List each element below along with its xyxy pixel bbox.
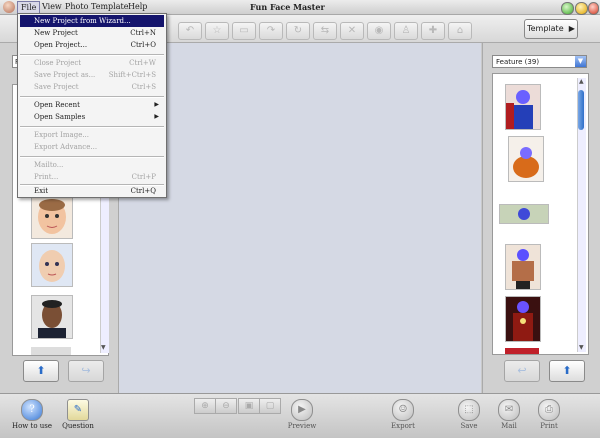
feature-select-value: Feature (39) [496, 58, 540, 66]
mail-icon: ✉ [498, 399, 520, 421]
app-title: Fun Face Master [250, 2, 325, 12]
feature-list[interactable] [492, 73, 589, 355]
scroll-up-icon[interactable]: ▲ [579, 78, 584, 85]
menu-item-save-project[interactable]: Save Project Ctrl+S [20, 81, 164, 93]
question-label: Question [62, 422, 94, 430]
menu-item-open-samples[interactable]: Open Samples ▶ [20, 111, 164, 123]
photo-partial[interactable] [31, 347, 71, 355]
menu-help[interactable]: Help [128, 2, 147, 11]
play-icon: ▶ [291, 399, 313, 421]
template-button[interactable]: Template ▶ [524, 19, 578, 39]
eraser-tool-icon[interactable]: ▭ [232, 22, 256, 40]
menu-item-export-advance[interactable]: Export Advance... [20, 141, 164, 153]
save-label: Save [460, 422, 478, 430]
remove-feature-button[interactable]: ↩ [504, 360, 540, 382]
eye-tool-icon[interactable]: ◉ [367, 22, 391, 40]
remove-photo-icon: ↪ [81, 364, 91, 377]
add-feature-icon: ⬆ [562, 364, 572, 377]
zoom-in-icon[interactable]: ⊕ [194, 398, 216, 414]
file-menu-dropdown: New Project from Wizard... New Project Ct… [17, 13, 167, 198]
home-tool-icon[interactable]: ⌂ [448, 22, 472, 40]
fit-icon[interactable]: ▣ [238, 398, 260, 414]
actual-size-icon[interactable]: ▢ [259, 398, 281, 414]
photo-man[interactable] [31, 295, 73, 339]
zoom-out-icon[interactable]: ⊖ [215, 398, 237, 414]
template-button-label: Template [527, 24, 564, 33]
submenu-arrow-icon: ▶ [154, 113, 159, 120]
export-icon: ☺ [392, 399, 414, 421]
menu-template[interactable]: Template [91, 2, 128, 11]
scroll-down-icon[interactable]: ▼ [101, 344, 106, 351]
menu-item-exit[interactable]: Exit Ctrl+Q [20, 185, 164, 197]
cross-tool-icon[interactable]: ✚ [421, 22, 445, 40]
feature-dollar-bill[interactable] [499, 204, 549, 224]
menu-item-close-project[interactable]: Close Project Ctrl+W [20, 57, 164, 69]
how-to-use-button[interactable]: ? How to use [10, 399, 54, 430]
menu-view[interactable]: View [42, 2, 62, 11]
menu-item-save-project-as[interactable]: Save Project as... Shift+Ctrl+S [20, 69, 164, 81]
feature-iron-man[interactable] [505, 296, 541, 342]
submenu-arrow-icon: ▶ [154, 101, 159, 108]
print-button[interactable]: ⎙ Print [532, 399, 566, 430]
menu-photo[interactable]: Photo [65, 2, 88, 11]
star-tool-icon[interactable]: ☆ [205, 22, 229, 40]
remove-feature-icon: ↩ [517, 364, 527, 377]
preview-label: Preview [287, 422, 317, 430]
menu-separator [20, 54, 164, 56]
save-icon: ⬚ [458, 399, 480, 421]
menu-item-new-project[interactable]: New Project Ctrl+N [20, 27, 164, 39]
add-feature-button[interactable]: ⬆ [549, 360, 585, 382]
add-photo-icon: ⬆ [36, 364, 46, 377]
person-tool-icon[interactable]: ♙ [394, 22, 418, 40]
feature-select[interactable]: Feature (39) ▼ [492, 55, 587, 68]
add-photo-button[interactable]: ⬆ [23, 360, 59, 382]
menu-item-open-recent[interactable]: Open Recent ▶ [20, 99, 164, 111]
minimize-button[interactable] [575, 2, 588, 15]
photo-baby-1[interactable] [31, 195, 73, 239]
help-icon: ? [21, 399, 43, 421]
close-button[interactable] [588, 2, 599, 15]
maximize-button[interactable] [561, 2, 574, 15]
chevron-down-icon[interactable]: ▼ [575, 56, 586, 67]
export-button[interactable]: ☺ Export [386, 399, 420, 430]
preview-button[interactable]: ▶ Preview [284, 399, 320, 430]
menu-item-export-image[interactable]: Export Image... [20, 129, 164, 141]
right-scrollbar[interactable]: ▲ ▼ [577, 78, 586, 352]
print-label: Print [540, 422, 558, 430]
question-icon: ✎ [67, 399, 89, 421]
scroll-down-icon[interactable]: ▼ [579, 344, 584, 351]
editing-canvas[interactable] [119, 43, 481, 393]
feature-superman[interactable] [505, 84, 541, 130]
feature-muscle-man[interactable] [505, 244, 541, 290]
app-logo-icon [3, 1, 15, 13]
mail-label: Mail [501, 422, 517, 430]
remove-photo-button[interactable]: ↪ [68, 360, 104, 382]
menu-item-mailto[interactable]: Mailto... [20, 159, 164, 171]
how-to-use-label: How to use [11, 422, 53, 430]
menu-separator [20, 96, 164, 98]
menu-item-open-project[interactable]: Open Project... Ctrl+O [20, 39, 164, 51]
menu-separator [20, 156, 164, 158]
menu-item-new-project-wizard[interactable]: New Project from Wizard... [20, 15, 164, 27]
undo-tool-icon[interactable]: ↶ [178, 22, 202, 40]
feature-pumpkin[interactable] [508, 136, 544, 182]
print-icon: ⎙ [538, 399, 560, 421]
menu-item-print[interactable]: Print... Ctrl+P [20, 171, 164, 183]
play-icon: ▶ [566, 24, 575, 33]
scroll-thumb[interactable] [578, 90, 584, 130]
mail-button[interactable]: ✉ Mail [492, 399, 526, 430]
save-button[interactable]: ⬚ Save [452, 399, 486, 430]
question-button[interactable]: ✎ Question [58, 399, 98, 430]
rotate-tool-icon[interactable]: ↻ [286, 22, 310, 40]
flip-tool-icon[interactable]: ⇆ [313, 22, 337, 40]
photo-baby-2[interactable] [31, 243, 73, 287]
crop-tool-icon[interactable]: ✕ [340, 22, 364, 40]
menu-separator [20, 126, 164, 128]
feature-partial[interactable] [505, 348, 539, 354]
redo-tool-icon[interactable]: ↷ [259, 22, 283, 40]
export-label: Export [391, 422, 415, 430]
